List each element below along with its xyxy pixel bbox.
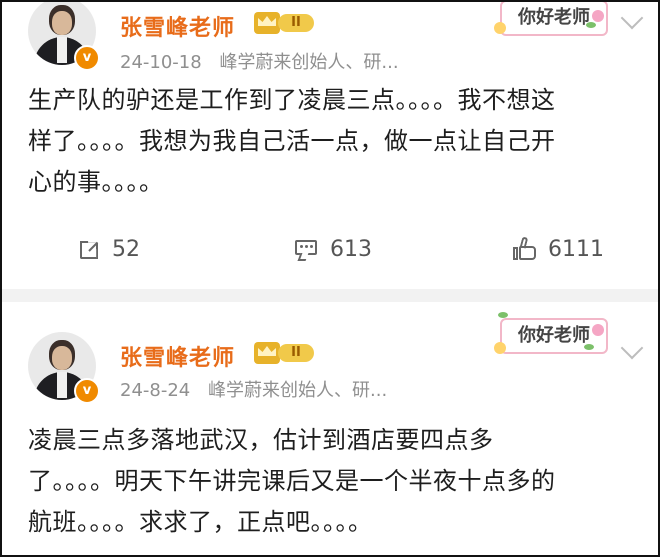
level-badge: II — [254, 12, 316, 34]
post-date: 24-10-18 — [120, 52, 202, 73]
user-bio: 峰学蔚来创始人、研... — [208, 380, 388, 401]
post-text-line: 生产队的驴还是工作到了凌晨三点。。。。我不想这 — [28, 86, 556, 114]
like-button[interactable]: 6111 — [512, 234, 604, 264]
chevron-down-icon[interactable] — [620, 6, 644, 30]
action-bar: 52 613 6111 — [2, 234, 658, 264]
crown-icon — [254, 342, 280, 364]
post-text-line: 凌晨三点多落地武汉，估计到酒店要四点多 — [28, 426, 494, 454]
verified-badge-icon: v — [74, 378, 100, 404]
share-button[interactable]: 52 — [80, 234, 140, 264]
crown-icon — [254, 12, 280, 34]
comment-button[interactable]: 613 — [294, 234, 372, 264]
comment-count: 613 — [330, 236, 372, 262]
post-meta: 24-8-24 峰学蔚来创始人、研... — [120, 376, 387, 402]
comment-icon — [294, 238, 320, 261]
post-card: v 张雪峰老师 II 24-8-24 峰学蔚来创始人、研... 你好老师 凌晨三… — [2, 302, 658, 555]
post-text-line: 航班。。。。求求了，正点吧。。。。 — [28, 508, 373, 536]
post-text-line: 样了。。。。我想为我自己活一点，做一点让自己开 — [28, 127, 556, 155]
level-badge: II — [254, 342, 316, 364]
level-label: II — [278, 344, 314, 362]
share-count: 52 — [112, 236, 140, 262]
post-separator — [2, 289, 658, 302]
sticker-decoration: 你好老师 — [492, 2, 614, 40]
feed: v 张雪峰老师 II 24-10-18 峰学蔚来创始人、研... 你好老师 生产… — [0, 0, 660, 557]
like-count: 6111 — [548, 236, 604, 262]
post-text-line: 了。。。。明天下午讲完课后又是一个半夜十点多的 — [28, 467, 556, 495]
post-text-line: 心的事。。。。 — [28, 168, 164, 196]
share-icon — [80, 238, 102, 260]
sticker-decoration: 你好老师 — [492, 310, 614, 358]
chevron-down-icon[interactable] — [620, 336, 644, 360]
post-date: 24-8-24 — [120, 380, 191, 401]
post-text: 生产队的驴还是工作到了凌晨三点。。。。我不想这 样了。。。。我想为我自己活一点，… — [28, 80, 628, 203]
user-bio: 峰学蔚来创始人、研... — [219, 52, 399, 73]
like-icon — [512, 236, 538, 261]
username[interactable]: 张雪峰老师 — [120, 10, 235, 42]
username[interactable]: 张雪峰老师 — [120, 340, 235, 372]
level-label: II — [278, 14, 314, 32]
post-meta: 24-10-18 峰学蔚来创始人、研... — [120, 48, 399, 74]
verified-badge-icon: v — [74, 45, 100, 71]
post-text: 凌晨三点多落地武汉，估计到酒店要四点多 了。。。。明天下午讲完课后又是一个半夜十… — [28, 420, 628, 543]
post-card: v 张雪峰老师 II 24-10-18 峰学蔚来创始人、研... 你好老师 生产… — [2, 2, 658, 289]
